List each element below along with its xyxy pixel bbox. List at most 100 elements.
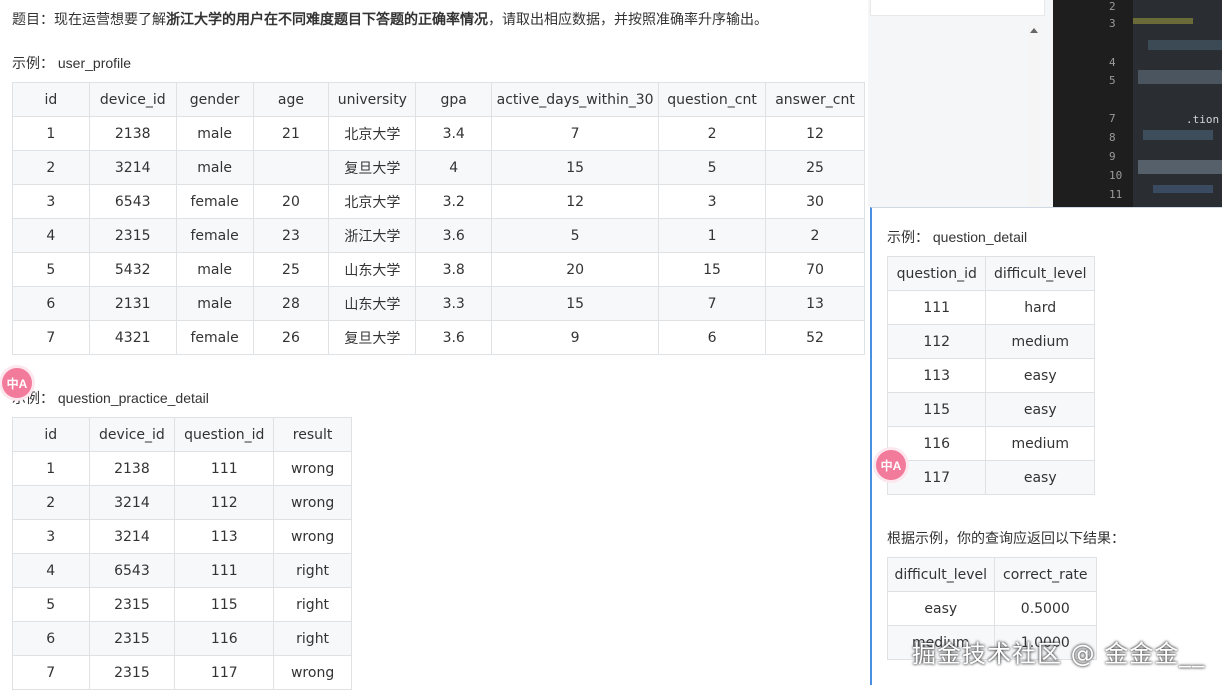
table-cell: 2138 <box>88 451 176 486</box>
column-header: correct_rate <box>993 557 1098 592</box>
table-cell: 5 <box>658 150 767 185</box>
table-row: 2 3214 male 复旦大学 4 15 5 25 <box>12 150 865 185</box>
blurred-code-area <box>1133 0 1222 207</box>
column-header: active_days_within_30 <box>491 82 660 117</box>
table-cell: 28 <box>252 286 330 321</box>
column-header: question_cnt <box>658 82 767 117</box>
table-cell: 2 <box>658 116 767 151</box>
table-header-row: question_id difficult_level <box>886 256 1095 291</box>
user-profile-table: id device_id gender age university gpa active_… <box>12 82 865 355</box>
table-cell: 3214 <box>88 519 176 554</box>
column-header: age <box>252 82 330 117</box>
translate-icon[interactable]: 中A <box>876 450 906 480</box>
table-cell: 115 <box>174 587 275 622</box>
line-number: 11 <box>1109 188 1123 201</box>
line-number: 2 <box>1109 0 1116 13</box>
table-row: 6 2315 116 right <box>12 621 352 656</box>
table-cell: 15 <box>491 150 660 185</box>
table-row: 5 2315 115 right <box>12 587 352 622</box>
table-cell: 0.5000 <box>993 591 1098 626</box>
table-cell: female <box>175 320 254 355</box>
table-cell: 6 <box>658 320 767 355</box>
result-label: 根据示例，你的查询应返回以下结果： <box>887 530 1125 546</box>
table-cell: 15 <box>658 252 767 287</box>
table-cell: 3214 <box>88 485 176 520</box>
table-cell: 5 <box>12 587 90 622</box>
table-cell: 70 <box>765 252 865 287</box>
practice-detail-table: id device_id question_id result 1 2138 111 wro… <box>12 417 352 690</box>
table-cell: 复旦大学 <box>328 150 417 185</box>
line-number: 4 <box>1109 56 1116 69</box>
question-detail-table: question_id difficult_level 111 hard 112 med… <box>886 256 1095 495</box>
column-header: difficult_level <box>887 557 995 592</box>
code-editor: .tion 2 3 4 5 7 8 9 10 11 <box>1053 0 1222 207</box>
table-row: 2 3214 112 wrong <box>12 485 352 520</box>
table-cell: easy <box>985 460 1095 495</box>
table-cell: 1 <box>12 116 90 151</box>
table-cell: 111 <box>886 290 987 325</box>
table-cell: wrong <box>273 655 352 690</box>
table-cell: 3 <box>12 519 90 554</box>
blurred-code-block <box>1153 185 1213 193</box>
column-header: gpa <box>415 82 493 117</box>
translate-icon[interactable]: 中A <box>2 368 32 398</box>
table-row: 115 easy <box>886 392 1095 427</box>
table-cell: 20 <box>252 184 330 219</box>
table-cell: 3.6 <box>415 218 493 253</box>
table-cell: 3214 <box>88 150 177 185</box>
blurred-code-block <box>1133 18 1193 24</box>
line-number: 3 <box>1109 17 1116 30</box>
table-row: 117 easy <box>886 460 1095 495</box>
question-prefix: 题目：现在运营想要了解 <box>12 11 166 27</box>
table-cell: 6543 <box>88 553 176 588</box>
question-suffix: ，请取出相应数据，并按照准确率升序输出。 <box>488 11 768 27</box>
table-cell: 112 <box>174 485 275 520</box>
table-cell: 3 <box>658 184 767 219</box>
table-cell: 21 <box>252 116 330 151</box>
table-cell: easy <box>985 392 1095 427</box>
table-cell: 12 <box>491 184 660 219</box>
table-cell: 15 <box>491 286 660 321</box>
blurred-code-block <box>1148 40 1222 50</box>
practice-detail-label: 示例： question_practice_detail <box>12 390 209 406</box>
blurred-code-block <box>1138 160 1222 174</box>
table-cell: 2315 <box>88 587 176 622</box>
table-cell: 52 <box>765 320 865 355</box>
table-cell: 12 <box>765 116 865 151</box>
blurred-code-block <box>1138 70 1222 84</box>
question-bold: 浙江大学的用户在不同难度题目下答题的正确率情况 <box>166 11 488 27</box>
table-cell: wrong <box>273 485 352 520</box>
column-header: question_id <box>174 417 275 452</box>
table-row: 4 2315 female 23 浙江大学 3.6 5 1 2 <box>12 218 865 253</box>
table-cell: 7 <box>491 116 660 151</box>
table-cell: 2315 <box>88 218 177 253</box>
table-cell: 3.2 <box>415 184 493 219</box>
table-cell: 4 <box>12 218 90 253</box>
table-cell: 2131 <box>88 286 177 321</box>
scroll-up-arrow-icon[interactable] <box>1030 28 1038 33</box>
user-profile-label: 示例： user_profile <box>12 55 132 71</box>
table-cell: male <box>175 252 254 287</box>
table-cell: 25 <box>252 252 330 287</box>
table-cell: 9 <box>491 320 660 355</box>
table-row: 7 4321 female 26 复旦大学 3.6 9 6 52 <box>12 320 865 355</box>
table-row: 4 6543 111 right <box>12 553 352 588</box>
line-number: 5 <box>1109 74 1116 87</box>
scrollbar[interactable] <box>1028 24 1040 207</box>
question-text: 题目：现在运营想要了解浙江大学的用户在不同难度题目下答题的正确率情况，请取出相应… <box>12 9 768 29</box>
table-row: 3 6543 female 20 北京大学 3.2 12 3 30 <box>12 184 865 219</box>
column-header: id <box>12 417 90 452</box>
column-header: id <box>12 82 90 117</box>
column-header: question_id <box>886 256 987 291</box>
table-cell: 2 <box>12 485 90 520</box>
table-cell: male <box>175 150 254 185</box>
table-cell: 111 <box>174 553 275 588</box>
column-header: gender <box>175 82 254 117</box>
table-cell: male <box>175 116 254 151</box>
table-cell: wrong <box>273 451 352 486</box>
table-cell: easy <box>887 591 995 626</box>
table-cell: 3.8 <box>415 252 493 287</box>
table-row: 6 2131 male 28 山东大学 3.3 15 7 13 <box>12 286 865 321</box>
column-header: university <box>328 82 417 117</box>
table-cell: right <box>273 587 352 622</box>
